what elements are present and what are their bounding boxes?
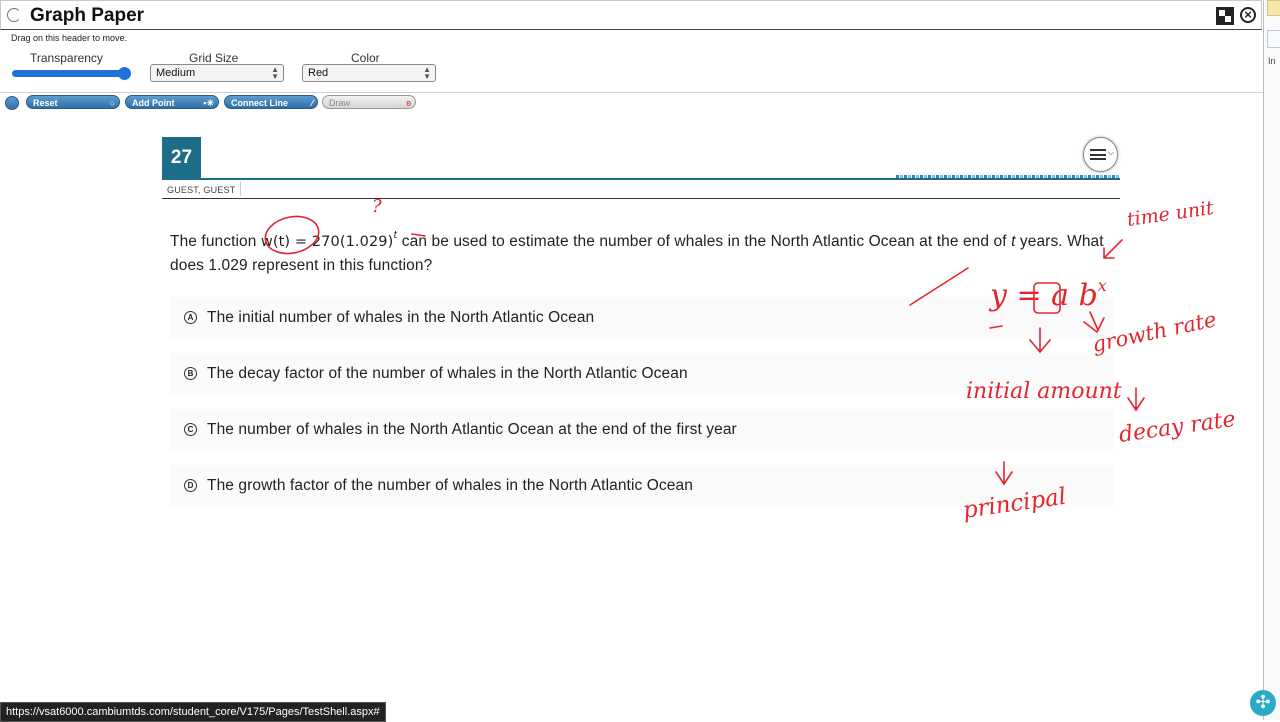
transparency-label: Transparency (30, 51, 103, 65)
answer-choice-b[interactable]: B The decay factor of the number of whal… (170, 353, 1114, 395)
connect-line-icon: ∕ (311, 98, 313, 108)
ink-formula-exp: x (1098, 276, 1107, 295)
toolbar-toggle-button[interactable] (5, 96, 19, 110)
draw-button[interactable]: Draw ʚ (322, 95, 416, 109)
ink-question-mark: ? (372, 196, 382, 217)
add-point-icon: •✳ (203, 98, 214, 108)
question-stem: The function w(t) = 270(1.029)t can be u… (170, 224, 1120, 278)
ink-arrow-growth (1127, 387, 1145, 412)
student-name: GUEST, GUEST (167, 185, 236, 195)
divider (240, 182, 241, 196)
side-panel-tab[interactable] (1267, 30, 1280, 48)
question-number: 27 (162, 137, 201, 178)
question-header-rule (162, 178, 1120, 180)
connect-line-label: Connect Line (231, 98, 289, 108)
reset-button[interactable]: Reset ○ (26, 95, 120, 109)
function-expression: w(t) = 270(1.029) (260, 234, 394, 250)
graph-toolbar: Reset ○ Add Point •✳ Connect Line ∕ Draw… (0, 94, 440, 114)
transparency-slider[interactable] (12, 70, 128, 77)
choice-bubble[interactable]: B (184, 367, 197, 380)
graph-paper-panel: Graph Paper × Drag on this header to mov… (0, 0, 1264, 93)
ink-decay-rate-text: decay rate (1117, 407, 1237, 448)
choice-bubble[interactable]: D (184, 479, 197, 492)
pin-icon[interactable] (1216, 7, 1234, 25)
close-icon[interactable]: × (1240, 7, 1256, 23)
answer-choice-d[interactable]: D The growth factor of the number of wha… (170, 465, 1114, 507)
color-select[interactable]: Red ▲ ▼ (302, 64, 436, 82)
add-point-label: Add Point (132, 98, 175, 108)
ink-time-unit: time unit (1126, 197, 1216, 231)
reset-icon: ○ (109, 98, 115, 108)
pencil-scribble-icon: ʚ (406, 98, 411, 108)
select-arrows-icon: ▲ ▼ (271, 65, 279, 81)
chevron-down-icon: ⌵ (1108, 148, 1115, 157)
stem-function: w(t) = 270(1.029)t (260, 230, 397, 250)
add-point-button[interactable]: Add Point •✳ (125, 95, 219, 109)
grid-size-select[interactable]: Medium ▲ ▼ (150, 64, 284, 82)
choice-text: The growth factor of the number of whale… (207, 477, 693, 494)
graph-paper-title: Graph Paper (30, 5, 145, 26)
status-bar-url: https://vsat6000.cambiumtds.com/student_… (0, 702, 386, 722)
answer-choice-a[interactable]: A The initial number of whales in the No… (170, 297, 1114, 339)
context-menu-button[interactable]: ⌵ (1083, 137, 1118, 172)
choice-text: The number of whales in the North Atlant… (207, 421, 737, 438)
stem-text: can be used to estimate the number of wh… (397, 233, 1012, 250)
note-icon (1267, 0, 1280, 16)
divider (162, 198, 1120, 199)
draw-label: Draw (329, 98, 351, 108)
ink-time-unit-text: time unit (1126, 197, 1216, 231)
menu-icon (1090, 149, 1106, 160)
side-label: In (1268, 56, 1276, 66)
color-value: Red (308, 67, 329, 79)
connect-line-button[interactable]: Connect Line ∕ (224, 95, 318, 109)
graph-paper-header[interactable]: Graph Paper × (0, 0, 1262, 30)
drag-hint: Drag on this header to move. (11, 33, 128, 43)
grid-size-value: Medium (156, 67, 196, 79)
grid-size-label: Grid Size (189, 51, 239, 65)
reset-label: Reset (33, 98, 58, 108)
transparency-slider-handle[interactable] (118, 67, 131, 80)
choice-text: The decay factor of the number of whales… (207, 365, 688, 382)
browser-right-edge: In (1263, 0, 1280, 720)
ink-decay-rate: decay rate (1117, 407, 1237, 448)
answer-choice-c[interactable]: C The number of whales in the North Atla… (170, 409, 1114, 451)
graph-paper-logo-icon (7, 8, 21, 22)
color-label: Color (351, 51, 380, 65)
choice-bubble[interactable]: A (184, 311, 197, 324)
stem-text: The function (170, 233, 261, 250)
choice-text: The initial number of whales in the Nort… (207, 309, 595, 326)
choice-bubble[interactable]: C (184, 423, 197, 436)
expand-icon[interactable]: ✣ (1250, 690, 1276, 716)
select-arrows-icon: ▲ ▼ (423, 65, 431, 81)
